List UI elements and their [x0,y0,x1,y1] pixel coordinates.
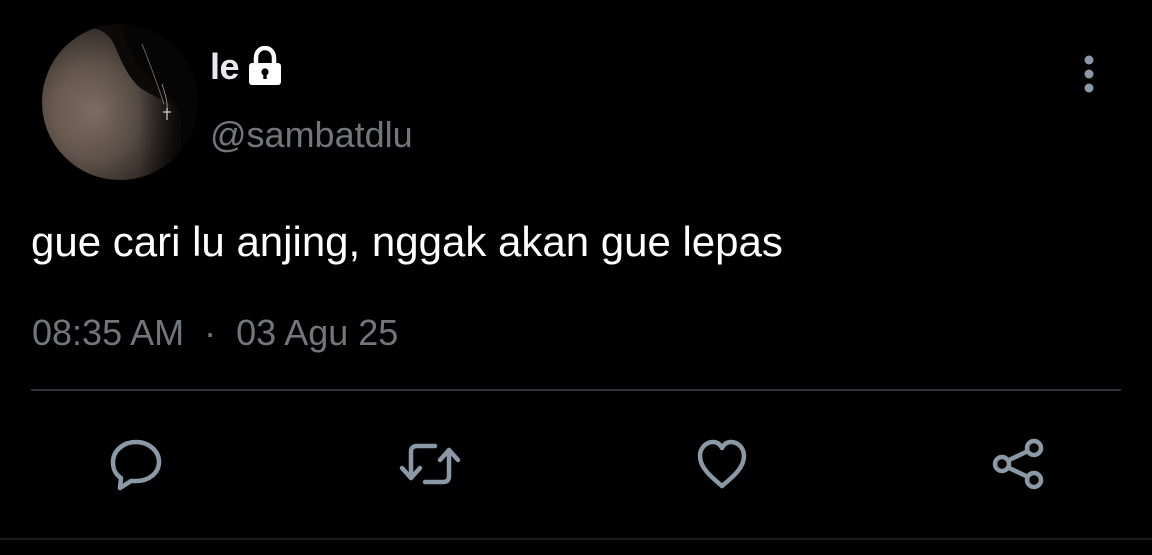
bottom-divider [0,538,1152,540]
avatar[interactable] [42,24,198,180]
author-name-row[interactable]: le [210,44,285,90]
reply-button[interactable] [100,428,172,500]
tweet-card: le @sambatdlu gue cari lu anjing, nggak … [0,0,1152,555]
divider [31,389,1121,391]
timestamp-separator: · [204,312,217,353]
reply-icon [106,436,166,492]
author-handle[interactable]: @sambatdlu [210,112,413,158]
lock-icon [245,45,285,88]
retweet-button[interactable] [394,428,466,500]
tweet-text: gue cari lu anjing, nggak akan gue lepas [31,218,783,265]
like-button[interactable] [686,428,758,500]
avatar-image [42,24,198,180]
heart-icon [692,436,752,492]
more-vertical-icon[interactable] [1072,52,1106,96]
share-button[interactable] [982,428,1054,500]
retweet-icon [395,436,465,492]
tweet-date: 03 Agu 25 [236,312,399,353]
display-name[interactable]: le [210,44,240,90]
tweet-time: 08:35 AM [32,312,185,353]
share-icon [988,436,1048,492]
tweet-timestamp[interactable]: 08:35 AM · 03 Agu 25 [32,308,398,358]
